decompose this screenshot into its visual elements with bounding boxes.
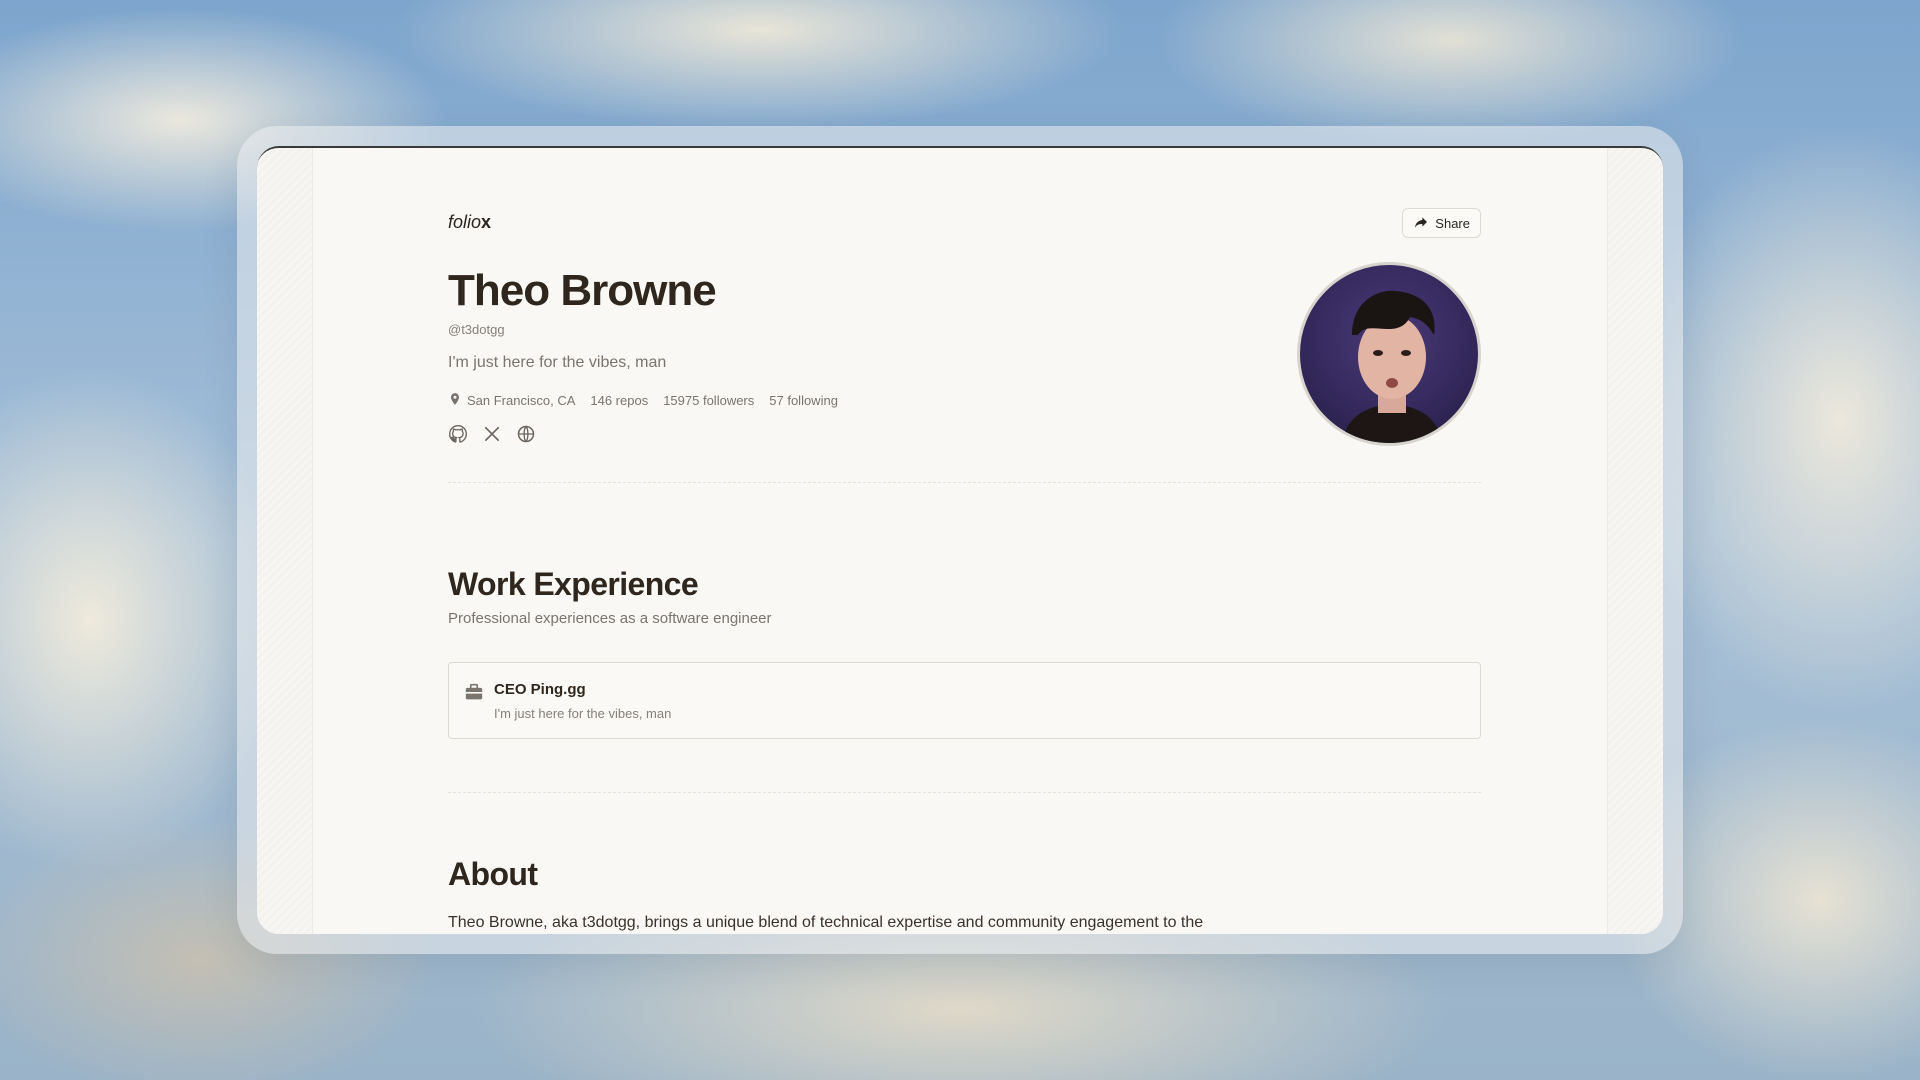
- profile-bio: I'm just here for the vibes, man: [448, 354, 667, 371]
- brand-prefix: folio: [448, 212, 482, 232]
- job-title: CEO Ping.gg: [494, 681, 586, 698]
- profile-handle: @t3dotgg: [448, 322, 505, 337]
- profile-meta: San Francisco, CA 146 repos 15975 follow…: [448, 392, 838, 409]
- location: San Francisco, CA: [448, 392, 575, 409]
- about-title: About: [448, 856, 538, 892]
- left-gutter: [257, 148, 313, 934]
- map-pin-icon: [448, 392, 462, 409]
- job-card[interactable]: CEO Ping.gg I'm just here for the vibes,…: [448, 662, 1481, 739]
- avatar: [1297, 262, 1481, 446]
- about-text: Theo Browne, aka t3dotgg, brings a uniqu…: [448, 914, 1204, 931]
- share-icon: [1413, 214, 1429, 233]
- profile-name: Theo Browne: [448, 266, 717, 315]
- job-description: I'm just here for the vibes, man: [494, 706, 672, 721]
- briefcase-icon: [464, 683, 484, 701]
- brand-suffix: x: [481, 212, 492, 232]
- brand-logo[interactable]: foliox: [448, 212, 491, 233]
- following-count: 57 following: [769, 393, 838, 408]
- x-icon[interactable]: [482, 424, 502, 444]
- repos-count: 146 repos: [590, 393, 649, 408]
- followers-count: 15975 followers: [663, 393, 755, 408]
- social-links: [448, 424, 536, 444]
- work-experience-subtitle: Professional experiences as a software e…: [448, 610, 772, 627]
- share-label: Share: [1435, 215, 1470, 231]
- right-gutter: [1607, 148, 1663, 934]
- section-divider: [448, 482, 1481, 483]
- section-divider: [448, 792, 1481, 793]
- work-experience-title: Work Experience: [448, 566, 699, 602]
- location-text: San Francisco, CA: [467, 393, 576, 408]
- github-icon[interactable]: [448, 424, 468, 444]
- share-button[interactable]: Share: [1402, 208, 1481, 238]
- globe-icon[interactable]: [516, 424, 536, 444]
- browser-window: foliox Share Theo Browne @t3dotgg I'm ju…: [257, 146, 1663, 934]
